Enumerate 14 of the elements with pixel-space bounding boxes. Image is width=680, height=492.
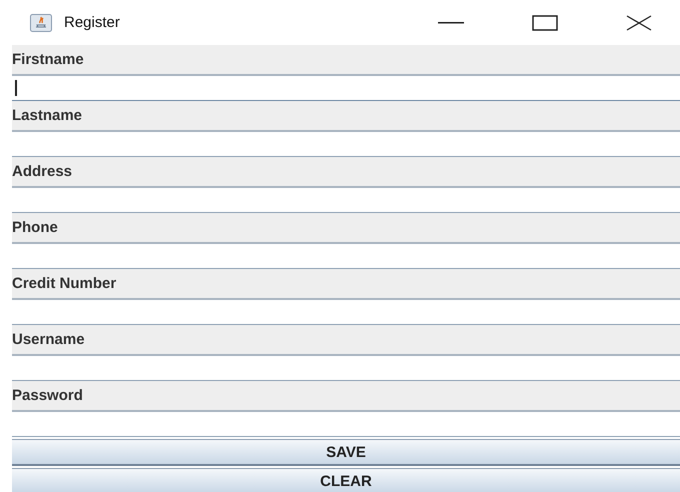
field-label: Username	[12, 331, 85, 348]
field-label: Phone	[12, 219, 58, 236]
close-icon[interactable]	[626, 14, 652, 30]
window-title: Register	[64, 14, 120, 31]
app-icon	[30, 14, 52, 32]
maximize-icon[interactable]	[532, 14, 558, 30]
field-label: Lastname	[12, 107, 82, 124]
field-label: Credit Number	[12, 275, 116, 292]
minimize-icon[interactable]	[438, 22, 464, 24]
form-button[interactable]: CLEAR	[12, 468, 680, 492]
field-label: Password	[12, 387, 83, 404]
field-label: Firstname	[12, 51, 84, 68]
field-label: Address	[12, 163, 72, 180]
form-button[interactable]: SAVE	[12, 439, 680, 466]
